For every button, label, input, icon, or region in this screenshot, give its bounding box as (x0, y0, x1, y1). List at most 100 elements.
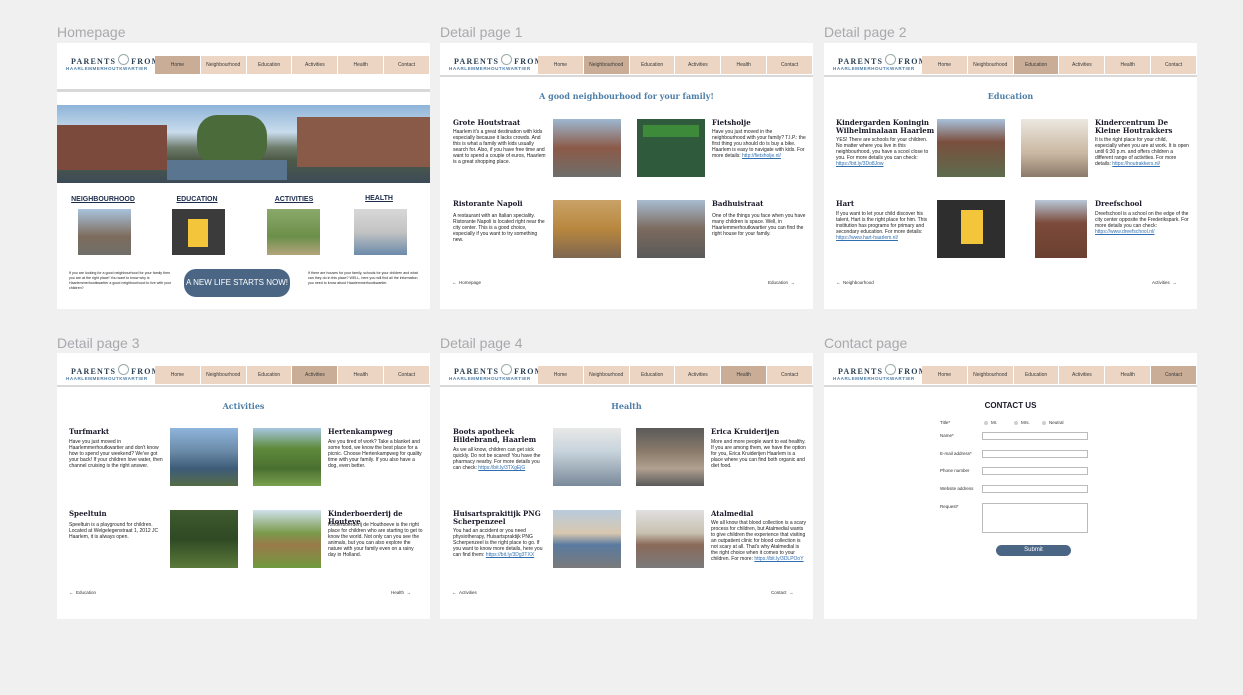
nav-contact[interactable]: Contact (1151, 56, 1197, 74)
submit-button[interactable]: Submit (996, 545, 1071, 556)
nav-neighbourhood[interactable]: Neighbourhood (200, 366, 247, 384)
site-logo[interactable]: PARENTS FROM HAARLEMMERHOUTKWARTIER (449, 364, 542, 386)
item-photo (553, 428, 621, 486)
cat-education[interactable]: EDUCATION (157, 196, 237, 203)
nav-education[interactable]: Education (246, 366, 293, 384)
radio-neutral[interactable] (1042, 421, 1046, 425)
nav-activities[interactable]: Activities (292, 56, 339, 74)
prev-link[interactable]: ← Neighbourhood (836, 280, 874, 285)
item-link[interactable]: https://bit.ly/3Dg3TXX (486, 552, 534, 558)
site-logo[interactable]: PARENTS FROM HAARLEMMERHOUTKWARTIER (66, 54, 159, 76)
item-photo (253, 428, 321, 486)
site-logo[interactable]: PARENTS FROM HAARLEMMERHOUTKWARTIER (833, 54, 926, 76)
site-logo[interactable]: PARENTS FROM HAARLEMMERHOUTKWARTIER (66, 364, 159, 386)
health-thumb[interactable] (354, 209, 407, 255)
nav-health[interactable]: Health (1105, 366, 1152, 384)
nav-activities[interactable]: Activities (675, 56, 722, 74)
nav-home[interactable]: Home (155, 56, 201, 74)
info-text: If there are houses for your family, sch… (308, 271, 418, 285)
email-field[interactable] (982, 450, 1088, 458)
nav-health[interactable]: Health (338, 56, 385, 74)
item-link[interactable]: https://www.dreefschool.nl/ (1095, 229, 1154, 235)
item-text: Haarlem it's a great destination with ki… (453, 129, 546, 165)
website-field[interactable] (982, 485, 1088, 493)
phone-field[interactable] (982, 467, 1088, 475)
arrow-left-icon: ← (452, 280, 457, 285)
item-link[interactable]: https://bit.ly/3TXgEjG (478, 465, 525, 471)
prev-link[interactable]: ← Education (69, 590, 96, 595)
radio-mr[interactable] (984, 421, 988, 425)
nav-activities[interactable]: Activities (675, 366, 722, 384)
nav-contact[interactable]: Contact (767, 366, 813, 384)
nav-activities[interactable]: Activities (1059, 366, 1106, 384)
item-link[interactable]: https://bit.ly/3Do8Jow (836, 161, 884, 167)
cat-activities[interactable]: ACTIVITIES (254, 196, 334, 203)
detail-page-2-frame: PARENTS FROM HAARLEMMERHOUTKWARTIER Home … (824, 43, 1197, 309)
item-link[interactable]: https://bit.ly/3DLPOoY (754, 556, 803, 562)
nav-home[interactable]: Home (538, 366, 584, 384)
name-field[interactable] (982, 432, 1088, 440)
nav-activities[interactable]: Activities (292, 366, 339, 384)
nav-contact[interactable]: Contact (384, 56, 430, 74)
nav-activities[interactable]: Activities (1059, 56, 1106, 74)
cat-health[interactable]: HEALTH (339, 195, 419, 202)
cat-neighbourhood[interactable]: NEIGHBOURHOOD (63, 196, 143, 203)
nav-neighbourhood[interactable]: Neighbourhood (967, 56, 1014, 74)
item-photo (553, 119, 621, 177)
activities-thumb[interactable] (267, 209, 320, 255)
nav-contact[interactable]: Contact (384, 366, 430, 384)
nav-education[interactable]: Education (246, 56, 293, 74)
header: PARENTS FROM HAARLEMMERHOUTKWARTIER Home … (824, 364, 1197, 386)
nav-home[interactable]: Home (922, 56, 968, 74)
nav-health[interactable]: Health (721, 366, 768, 384)
nav-neighbourhood[interactable]: Neighbourhood (967, 366, 1014, 384)
nav-health[interactable]: Health (721, 56, 768, 74)
radio-mrs[interactable] (1014, 421, 1018, 425)
next-link[interactable]: Activities → (1152, 280, 1177, 285)
nav-contact[interactable]: Contact (1151, 366, 1197, 384)
next-link[interactable]: Health → (391, 590, 411, 595)
nav-education[interactable]: Education (629, 56, 676, 74)
nav-contact[interactable]: Contact (767, 56, 813, 74)
item-title: Speeltuin (69, 509, 107, 518)
item-text: Kinderboerderij de Houthoeve is the righ… (328, 522, 423, 558)
item-text: If you want to let your child discover h… (836, 211, 928, 241)
item-text: Have you just moved in the neighbourhood… (712, 129, 806, 159)
nav-education[interactable]: Education (1013, 366, 1060, 384)
nav-home[interactable]: Home (922, 366, 968, 384)
item-text: A restaurant with an Italian speciality.… (453, 213, 545, 243)
prev-link[interactable]: ← Homepage (452, 280, 481, 285)
nav-health[interactable]: Health (338, 366, 385, 384)
nav-health[interactable]: Health (1105, 56, 1152, 74)
nav-education[interactable]: Education (629, 366, 676, 384)
item-text: We all know that blood collection is a s… (711, 520, 806, 562)
item-link[interactable]: https://www.hart-haarlem.nl/ (836, 235, 898, 241)
sun-icon (118, 54, 130, 65)
item-link[interactable]: https://houtrakkers.nl/ (1112, 161, 1160, 167)
nav-neighbourhood[interactable]: Neighbourhood (583, 56, 630, 74)
nav-education[interactable]: Education (1013, 56, 1060, 74)
item-text: Dreefschool is a school on the edge of t… (1095, 211, 1189, 235)
site-logo[interactable]: PARENTS FROM HAARLEMMERHOUTKWARTIER (449, 54, 542, 76)
item-link[interactable]: http://fietsholje.nl/ (742, 153, 781, 159)
nav-home[interactable]: Home (538, 56, 584, 74)
intro-text: If you are looking for a good neighbourh… (69, 271, 172, 290)
item-title: Turfmarkt (69, 427, 110, 436)
detail-page-1-frame: PARENTS FROM HAARLEMMERHOUTKWARTIER Home … (440, 43, 813, 309)
prev-link[interactable]: ← Activities (452, 590, 477, 595)
header-divider (57, 385, 430, 387)
nav-neighbourhood[interactable]: Neighbourhood (583, 366, 630, 384)
next-link[interactable]: Contact → (771, 590, 794, 595)
nav-neighbourhood[interactable]: Neighbourhood (200, 56, 247, 74)
cta-button[interactable]: A NEW LIFE STARTS NOW! (184, 269, 290, 297)
site-logo[interactable]: PARENTS FROM HAARLEMMERHOUTKWARTIER (833, 364, 926, 386)
website-label: Website address (940, 486, 974, 491)
title-label: Title* (940, 420, 951, 425)
neighbourhood-thumb[interactable] (78, 209, 131, 255)
sun-icon (885, 54, 897, 65)
request-textarea[interactable] (982, 503, 1088, 533)
item-photo (253, 510, 321, 568)
nav-home[interactable]: Home (155, 366, 201, 384)
next-link[interactable]: Education → (768, 280, 795, 285)
education-thumb[interactable] (172, 209, 225, 255)
